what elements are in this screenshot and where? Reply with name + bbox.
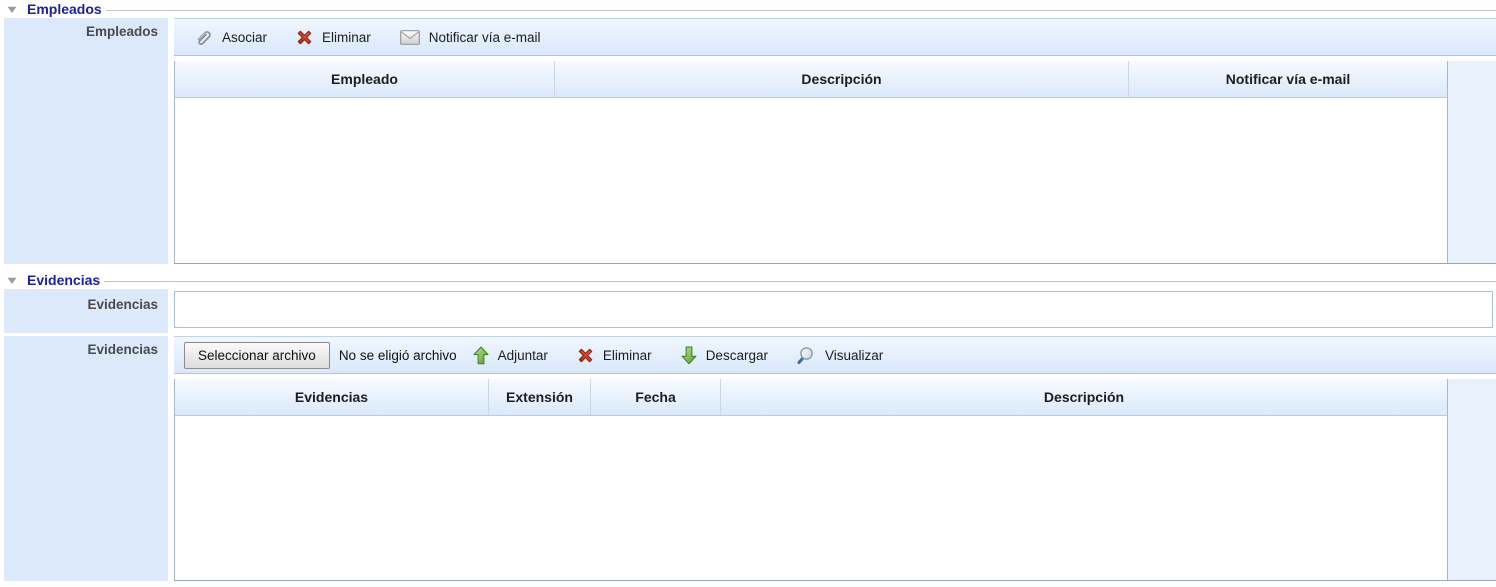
evidencias-grid-table: Evidencias Extensión Fecha Descripción: [174, 379, 1448, 580]
asociar-label: Asociar: [222, 30, 267, 45]
envelope-icon: [400, 30, 420, 45]
column-header-fecha[interactable]: Fecha: [591, 379, 721, 415]
evidencias-grid: Evidencias Extensión Fecha Descripción: [174, 379, 1496, 581]
seleccionar-archivo-button[interactable]: Seleccionar archivo: [184, 342, 330, 369]
file-status-text: No se eligió archivo: [339, 348, 457, 363]
visualizar-label: Visualizar: [825, 348, 883, 363]
empleados-grid-header: Empleado Descripción Notificar vía e-mai…: [175, 61, 1447, 98]
empleados-content: Asociar Eliminar: [174, 18, 1496, 264]
eliminar-button[interactable]: Eliminar: [286, 25, 381, 50]
empleados-legend-label: Empleados: [27, 1, 106, 17]
evidencias-content: Seleccionar archivo No se eligió archivo…: [174, 336, 1496, 581]
section-gap: [0, 264, 1496, 271]
column-header-evidencias[interactable]: Evidencias: [175, 379, 489, 415]
fieldset-border-line: [106, 10, 1496, 11]
fieldset-border-line: [104, 281, 1496, 282]
evidencias-toolbar: Seleccionar archivo No se eligió archivo…: [174, 336, 1496, 374]
empleados-legend-row: Empleados: [0, 0, 1496, 18]
empleados-toolbar: Asociar Eliminar: [174, 18, 1496, 56]
descargar-button[interactable]: Descargar: [671, 342, 778, 369]
evidencias-grid-body: [175, 416, 1447, 580]
delete-x-icon: [296, 29, 313, 46]
evidencias-grid-filler: [1448, 379, 1496, 580]
evidencias-text-label: Evidencias: [4, 289, 168, 333]
empleados-grid-body: [175, 98, 1447, 263]
arrow-down-icon: [681, 346, 697, 365]
evidencias-file-label: Evidencias: [4, 336, 168, 581]
column-header-extension[interactable]: Extensión: [489, 379, 591, 415]
evidencias-fieldset: Evidencias Evidencias Evidencias Selecci…: [0, 271, 1496, 581]
collapse-triangle-icon[interactable]: [6, 275, 18, 287]
arrow-up-icon: [473, 346, 489, 365]
column-header-notificar-email[interactable]: Notificar vía e-mail: [1129, 61, 1447, 97]
empleados-grid-table: Empleado Descripción Notificar vía e-mai…: [174, 61, 1448, 263]
column-header-empleado[interactable]: Empleado: [175, 61, 555, 97]
eliminar-label: Eliminar: [603, 348, 652, 363]
column-header-descripcion[interactable]: Descripción: [555, 61, 1129, 97]
notificar-email-button[interactable]: Notificar vía e-mail: [390, 26, 551, 49]
adjuntar-button[interactable]: Adjuntar: [463, 342, 558, 369]
delete-x-icon: [577, 347, 594, 364]
evidencias-legend-label: Evidencias: [27, 272, 104, 288]
empleados-body: Empleados Asociar: [4, 18, 1496, 264]
magnifier-icon: [797, 346, 816, 365]
paperclip-icon: [194, 28, 213, 47]
evidencias-grid-header: Evidencias Extensión Fecha Descripción: [175, 379, 1447, 416]
evidencias-text-input[interactable]: [174, 291, 1493, 328]
asociar-button[interactable]: Asociar: [184, 24, 277, 51]
empleados-grid-filler: [1448, 61, 1496, 263]
empleados-fieldset: Empleados Empleados Asociar: [0, 0, 1496, 264]
empleados-grid: Empleado Descripción Notificar vía e-mai…: [174, 61, 1496, 264]
visualizar-button[interactable]: Visualizar: [787, 342, 893, 369]
column-header-descripcion[interactable]: Descripción: [721, 379, 1447, 415]
evidencias-file-row: Evidencias Seleccionar archivo No se eli…: [4, 336, 1496, 581]
evidencias-legend-row: Evidencias: [0, 271, 1496, 289]
collapse-triangle-icon[interactable]: [6, 4, 18, 16]
adjuntar-label: Adjuntar: [498, 348, 548, 363]
descargar-label: Descargar: [706, 348, 768, 363]
eliminar-label: Eliminar: [322, 30, 371, 45]
eliminar-button[interactable]: Eliminar: [567, 343, 662, 368]
notificar-email-label: Notificar vía e-mail: [429, 30, 541, 45]
empleados-field-label: Empleados: [4, 18, 168, 264]
evidencias-text-row: Evidencias: [4, 289, 1496, 333]
